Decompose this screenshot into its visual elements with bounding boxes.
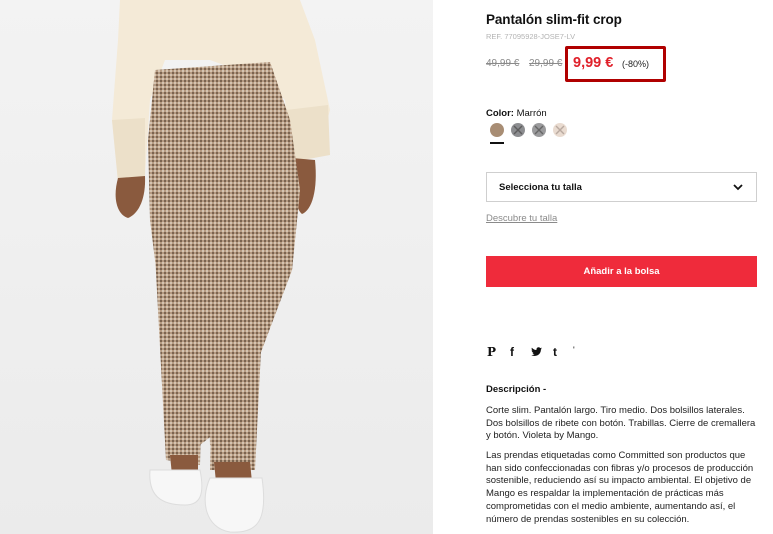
size-guide-link[interactable]: Descubre tu talla [486,213,557,224]
swatch-grey[interactable] [532,123,546,137]
product-title: Pantalón slim-fit crop [486,12,622,27]
size-select[interactable]: Selecciona tu talla [486,172,757,202]
unavailable-cross-icon [513,125,523,135]
selected-color: Marrón [516,108,547,119]
color-label: Color: [486,108,514,119]
add-to-bag-button[interactable]: Añadir a la bolsa [486,256,757,287]
pinterest-icon[interactable]: P [487,345,497,363]
sustainability-text: Las prendas etiquetadas como Committed s… [486,450,754,525]
product-reference: REF. 77095928-JOSE7-LV [486,32,576,41]
previous-price: 29,99 € [529,58,563,69]
unavailable-cross-icon [555,125,565,135]
svg-text:P: P [487,345,496,358]
swatch-grey-dark[interactable] [511,123,525,137]
description-title[interactable]: Descripción - [486,384,546,395]
twitter-icon[interactable] [531,345,543,363]
size-select-placeholder: Selecciona tu talla [499,181,582,193]
selected-swatch-indicator [490,142,504,144]
chevron-down-icon [733,184,743,191]
product-image[interactable] [0,0,433,534]
color-label-row: Color: Marrón [486,108,547,119]
tumblr-icon[interactable]: t [553,345,561,363]
color-swatches [490,123,590,145]
product-info: Pantalón slim-fit crop REF. 77095928-JOS… [486,0,758,534]
description-text: Corte slim. Pantalón largo. Tiro medio. … [486,405,756,442]
svg-text:t: t [553,345,557,358]
svg-text:f: f [510,345,515,358]
swatch-brown[interactable] [490,123,504,137]
facebook-icon[interactable]: f [510,345,518,363]
share-extra: ' [573,345,575,355]
current-price: 9,99 € [573,55,614,71]
swatch-beige[interactable] [553,123,567,137]
discount-badge: (-80%) [622,59,650,69]
original-price: 49,99 € [486,58,520,69]
unavailable-cross-icon [534,125,544,135]
